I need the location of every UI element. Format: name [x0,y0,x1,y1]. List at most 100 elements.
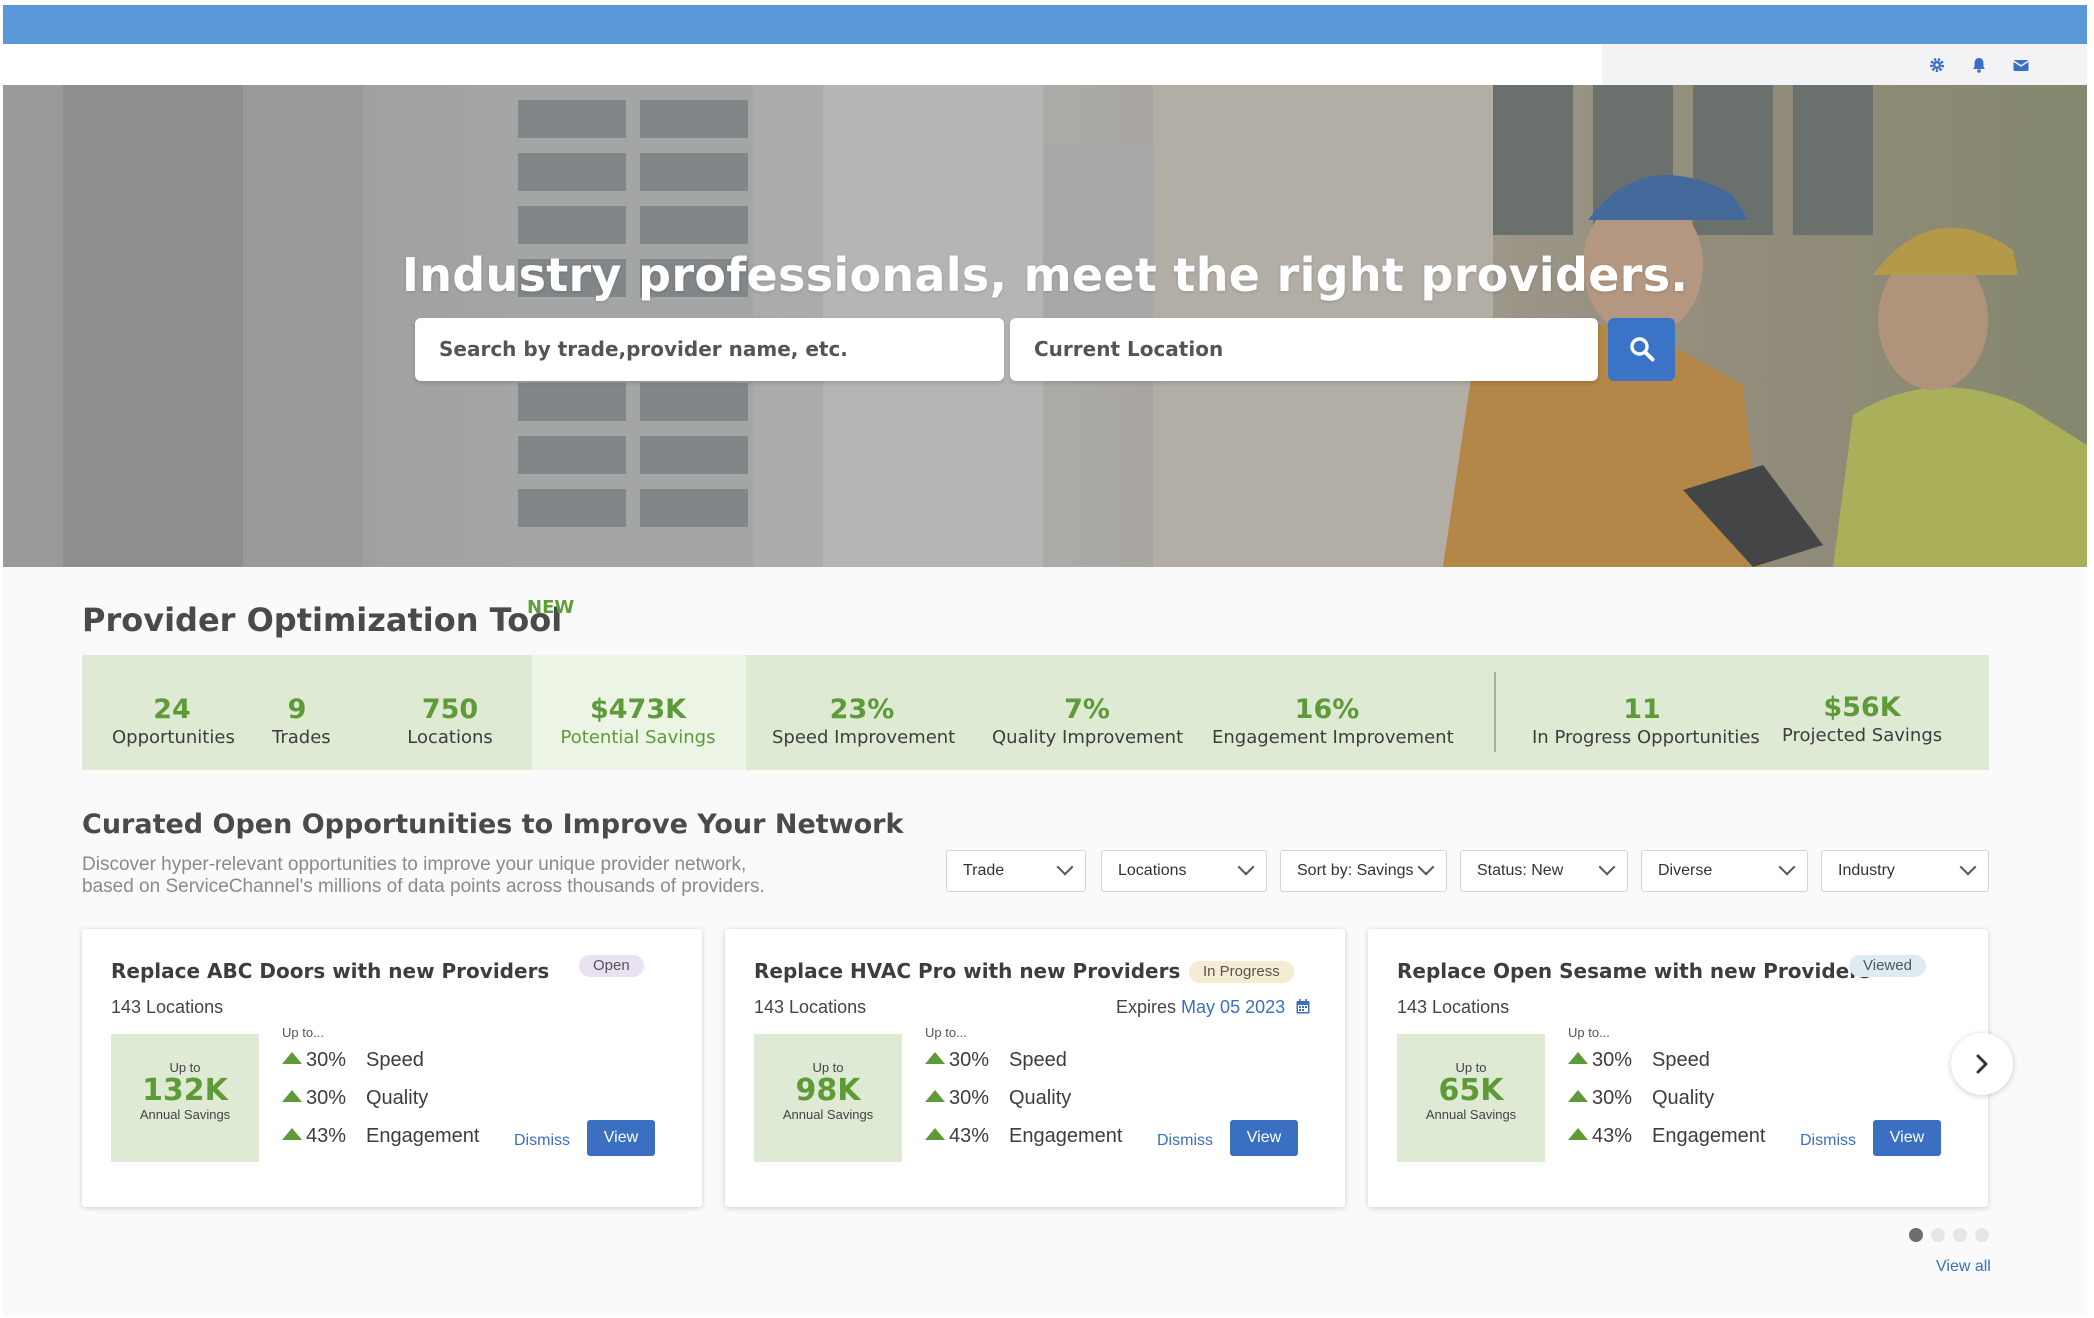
stat-value: $56K [1823,692,1901,723]
card-title: Replace HVAC Pro with new Providers [754,959,1181,983]
opportunity-card[interactable]: Replace ABC Doors with new Providers Ope… [82,929,702,1207]
carousel-dot[interactable] [1931,1228,1945,1242]
stat-label: Trades [272,727,331,748]
arrow-up-icon [925,1090,945,1102]
chevron-down-icon [1417,858,1435,876]
stat-label: In Progress Opportunities [1532,727,1760,748]
savings-value: 98K [795,1073,861,1108]
metrics-prefix: Up to... [282,1025,324,1040]
metric-label: Quality [1652,1087,1715,1109]
carousel-next-button[interactable] [1951,1033,2013,1095]
metric-value: 30% [1592,1087,1633,1109]
metric-label: Engagement [1652,1125,1766,1147]
dismiss-link[interactable]: Dismiss [1800,1132,1856,1150]
metric-label: Quality [366,1087,429,1109]
arrow-up-icon [1568,1128,1588,1140]
bell-icon[interactable] [1970,56,1988,74]
savings-box: Up to 98K Annual Savings [754,1034,902,1162]
stat-in-progress[interactable]: 11 In Progress Opportunities [1532,695,1760,749]
stats-summary-bar: 24 Opportunities 9 Trades 750 Locations … [82,655,1989,770]
stat-quality-improvement[interactable]: 7% Quality Improvement [992,695,1184,749]
card-locations: 143 Locations [111,997,224,1017]
view-button[interactable]: View [1230,1120,1298,1156]
metric-value: 30% [949,1049,990,1071]
search-input[interactable]: Search by trade,provider name, etc. [415,318,1004,381]
expiry-date[interactable]: May 05 2023 [1181,997,1285,1017]
metric-value: 30% [949,1087,990,1109]
metrics-prefix: Up to... [925,1025,967,1040]
arrow-up-icon [925,1052,945,1064]
search-button[interactable] [1608,318,1675,381]
filter-trade[interactable]: Trade [946,850,1086,892]
metric-quality: 30% Quality [282,1087,428,1110]
stat-projected-savings[interactable]: $56K Projected Savings [1782,692,1942,747]
stat-potential-savings[interactable]: $473K Potential Savings [558,694,718,749]
metric-value: 30% [1592,1049,1633,1071]
filter-sort[interactable]: Sort by: Savings [1280,850,1447,892]
stat-locations[interactable]: 750 Locations [400,695,500,749]
stat-value: $473K [589,694,687,725]
stat-value: 23% [829,694,895,725]
metric-label: Engagement [366,1125,480,1147]
savings-value: 132K [142,1073,228,1108]
arrow-up-icon [1568,1090,1588,1102]
view-all-link[interactable]: View all [1936,1258,1991,1276]
chevron-down-icon [1056,858,1074,876]
stat-value: 24 [153,694,191,725]
metric-label: Speed [1009,1049,1067,1071]
status-badge: In Progress [1189,961,1294,983]
stat-label: Speed Improvement [772,727,956,748]
filter-industry[interactable]: Industry [1821,850,1989,892]
dismiss-link[interactable]: Dismiss [514,1132,570,1150]
search-icon [1629,336,1655,367]
stat-speed-improvement[interactable]: 23% Speed Improvement [772,694,956,749]
arrow-up-icon [282,1090,302,1102]
savings-label: Annual Savings [782,1107,874,1122]
filter-diverse[interactable]: Diverse [1641,850,1808,892]
stat-opportunities[interactable]: 24 Opportunities [112,694,235,749]
gear-icon[interactable] [1928,56,1946,74]
opportunity-card[interactable]: Replace HVAC Pro with new Providers In P… [725,929,1345,1207]
envelope-icon[interactable] [2012,56,2030,74]
metric-quality: 30% Quality [1568,1087,1714,1110]
arrow-up-icon [282,1128,302,1140]
card-title: Replace ABC Doors with new Providers [111,959,550,983]
stat-label: Quality Improvement [992,727,1184,748]
dismiss-link[interactable]: Dismiss [1157,1132,1213,1150]
filter-label: Industry [1838,862,1895,879]
metric-engagement: 43% Engagement [1568,1125,1765,1148]
view-button[interactable]: View [1873,1120,1941,1156]
description-line: based on ServiceChannel's millions of da… [82,876,765,897]
description-line: Discover hyper-relevant opportunities to… [82,854,747,875]
top-nav-bar [3,5,2087,44]
curated-description: Discover hyper-relevant opportunities to… [82,854,765,898]
chevron-down-icon [1778,858,1796,876]
chevron-right-icon [1975,1054,1989,1079]
calendar-icon[interactable] [1296,998,1310,1019]
arrow-up-icon [925,1128,945,1140]
filter-status[interactable]: Status: New [1460,850,1628,892]
stat-label: Locations [407,727,493,748]
stat-value: 9 [287,694,307,725]
utility-icons-area [1602,44,2087,85]
metric-quality: 30% Quality [925,1087,1071,1110]
metric-label: Speed [366,1049,424,1071]
stat-trades[interactable]: 9 Trades [272,694,331,749]
utility-bar [3,44,2087,85]
location-input[interactable]: Current Location [1010,318,1598,381]
carousel-dot-active[interactable] [1909,1228,1923,1242]
metric-engagement: 43% Engagement [925,1125,1122,1148]
carousel-dot[interactable] [1975,1228,1989,1242]
status-badge: Viewed [1849,955,1926,977]
expiry-label: Expires [1116,997,1177,1017]
card-title: Replace Open Sesame with new Providers [1397,959,1871,983]
carousel-dot[interactable] [1953,1228,1967,1242]
metric-label: Engagement [1009,1125,1123,1147]
section-title-tool: Provider Optimization Tool [82,601,563,639]
stat-engagement-improvement[interactable]: 16% Engagement Improvement [1212,695,1454,749]
opportunity-card[interactable]: Replace Open Sesame with new Providers V… [1368,929,1988,1207]
metric-value: 43% [1592,1125,1633,1147]
view-button[interactable]: View [587,1120,655,1156]
filter-locations[interactable]: Locations [1101,850,1267,892]
hero-banner: Industry professionals, meet the right p… [3,85,2087,567]
